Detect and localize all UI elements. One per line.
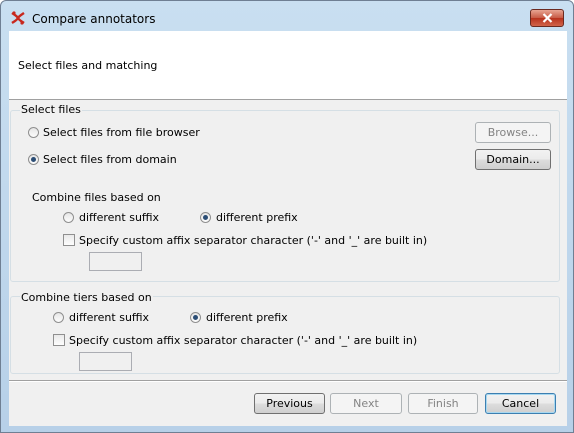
files-separator-input[interactable]	[89, 252, 142, 271]
finish-button[interactable]: Finish	[408, 393, 478, 414]
next-button[interactable]: Next	[330, 393, 402, 414]
radio-domain[interactable]	[28, 154, 39, 165]
tiers-suffix-label[interactable]: different suffix	[69, 311, 149, 324]
combine-tiers-group-title: Combine tiers based on	[20, 291, 153, 304]
window-title: Compare annotators	[32, 12, 156, 26]
tiers-suffix-radio[interactable]	[53, 312, 64, 323]
files-custom-separator-label[interactable]: Specify custom affix separator character…	[79, 234, 427, 247]
tiers-prefix-label[interactable]: different prefix	[206, 311, 288, 324]
files-suffix-label[interactable]: different suffix	[79, 211, 159, 224]
select-files-group-title: Select files	[20, 103, 82, 116]
close-icon	[542, 13, 553, 23]
dialog-body: Select files and matching Select files S…	[9, 31, 567, 426]
close-button[interactable]	[530, 9, 564, 27]
cancel-button[interactable]: Cancel	[485, 393, 556, 414]
step-title: Select files and matching	[18, 59, 158, 72]
tiers-custom-separator-checkbox[interactable]	[53, 334, 65, 346]
app-icon	[10, 10, 26, 26]
tiers-separator-input[interactable]	[79, 352, 132, 371]
step-header: Select files and matching	[9, 31, 567, 100]
previous-button[interactable]: Previous	[254, 393, 325, 414]
radio-domain-label[interactable]: Select files from domain	[43, 153, 177, 166]
domain-button[interactable]: Domain...	[475, 149, 551, 170]
dialog-window: Compare annotators Select files and matc…	[0, 0, 574, 433]
tiers-prefix-radio[interactable]	[190, 312, 201, 323]
files-prefix-radio[interactable]	[200, 212, 211, 223]
files-custom-separator-checkbox[interactable]	[63, 234, 75, 246]
files-suffix-radio[interactable]	[63, 212, 74, 223]
title-bar[interactable]: Compare annotators	[1, 1, 574, 31]
browse-button[interactable]: Browse...	[475, 122, 551, 143]
combine-files-title: Combine files based on	[32, 191, 161, 204]
footer-separator	[9, 380, 567, 382]
radio-file-browser-label[interactable]: Select files from file browser	[43, 126, 200, 139]
tiers-custom-separator-label[interactable]: Specify custom affix separator character…	[69, 334, 417, 347]
radio-file-browser[interactable]	[28, 127, 39, 138]
files-prefix-label[interactable]: different prefix	[216, 211, 298, 224]
